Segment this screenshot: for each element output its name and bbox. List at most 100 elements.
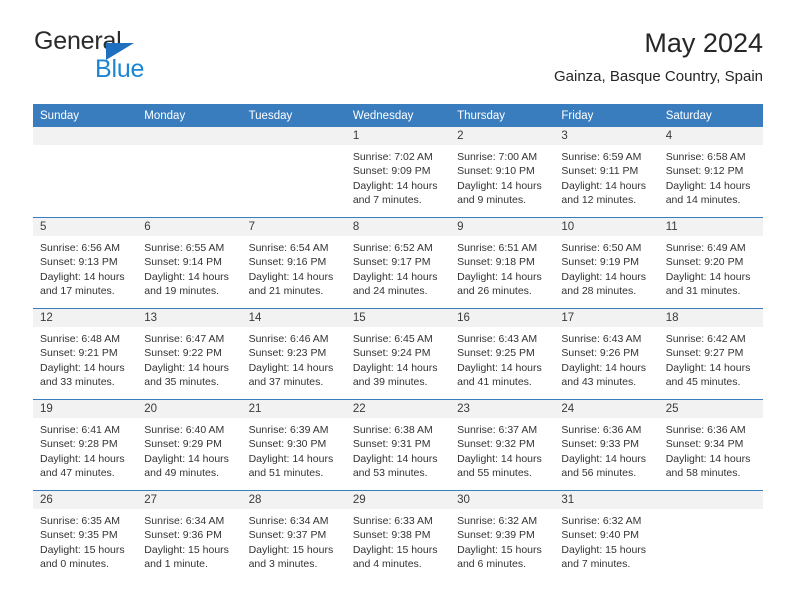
day-number[interactable]: 10 xyxy=(554,218,658,236)
day-number[interactable]: 17 xyxy=(554,309,658,327)
day-cell-empty xyxy=(33,145,137,217)
calendar-week-row: 19 20 21 22 23 24 25 Sunrise: 6:41 AM Sunset: 9:… xyxy=(33,399,763,490)
day-number[interactable]: 14 xyxy=(242,309,346,327)
day-number[interactable]: 29 xyxy=(346,491,450,509)
day-cell-details[interactable]: Sunrise: 6:46 AM Sunset: 9:23 PM Daylight:… xyxy=(242,327,346,399)
day-cell-details[interactable]: Sunrise: 6:49 AM Sunset: 9:20 PM Daylight:… xyxy=(659,236,763,308)
day-number[interactable]: 19 xyxy=(33,400,137,418)
day-cell-details[interactable]: Sunrise: 6:51 AM Sunset: 9:18 PM Daylight:… xyxy=(450,236,554,308)
day-detail-line: Sunrise: 6:37 AM xyxy=(457,424,538,436)
weekday-header-friday: Friday xyxy=(561,110,594,122)
day-cell-details[interactable]: Sunrise: 7:02 AM Sunset: 9:09 PM Daylight:… xyxy=(346,145,450,217)
day-detail-line: and 9 minutes. xyxy=(457,193,527,206)
day-cell-details[interactable]: Sunrise: 6:56 AM Sunset: 9:13 PM Daylight:… xyxy=(33,236,137,308)
day-number[interactable]: 6 xyxy=(137,218,241,236)
day-detail-line: Sunrise: 6:43 AM xyxy=(561,333,642,345)
day-cell-details[interactable]: Sunrise: 6:36 AM Sunset: 9:34 PM Daylight:… xyxy=(659,418,763,490)
day-number[interactable]: 16 xyxy=(450,309,554,327)
day-cell-details[interactable]: Sunrise: 6:35 AM Sunset: 9:35 PM Daylight:… xyxy=(33,509,137,581)
day-number[interactable]: 30 xyxy=(450,491,554,509)
day-cell-details[interactable]: Sunrise: 6:58 AM Sunset: 9:12 PM Daylight:… xyxy=(659,145,763,217)
day-cell-details[interactable]: Sunrise: 6:48 AM Sunset: 9:21 PM Daylight:… xyxy=(33,327,137,399)
day-cell-details[interactable]: Sunrise: 6:42 AM Sunset: 9:27 PM Daylight:… xyxy=(659,327,763,399)
day-number[interactable]: 28 xyxy=(242,491,346,509)
day-cell-details[interactable]: Sunrise: 6:37 AM Sunset: 9:32 PM Daylight:… xyxy=(450,418,554,490)
day-detail-line: Sunset: 9:17 PM xyxy=(352,256,431,269)
day-detail-line: Sunset: 9:09 PM xyxy=(352,165,431,178)
day-number[interactable]: 3 xyxy=(554,127,658,145)
week-date-band: 12 13 14 15 16 17 18 xyxy=(33,309,763,327)
day-cell-details[interactable]: Sunrise: 6:45 AM Sunset: 9:24 PM Daylight:… xyxy=(346,327,450,399)
day-cell-details[interactable]: Sunrise: 6:34 AM Sunset: 9:36 PM Daylight:… xyxy=(137,509,241,581)
day-number[interactable]: 12 xyxy=(33,309,137,327)
day-cell-details[interactable]: Sunrise: 6:52 AM Sunset: 9:17 PM Daylight:… xyxy=(346,236,450,308)
day-detail-line: Daylight: 14 hours xyxy=(561,179,647,192)
location-subtitle: Gainza, Basque Country, Spain xyxy=(553,68,763,85)
day-detail-line: Daylight: 15 hours xyxy=(352,543,438,556)
day-number[interactable]: 9 xyxy=(450,218,554,236)
day-cell-details[interactable]: Sunrise: 6:39 AM Sunset: 9:30 PM Daylight:… xyxy=(242,418,346,490)
day-cell-details[interactable]: Sunrise: 6:43 AM Sunset: 9:25 PM Daylight:… xyxy=(450,327,554,399)
day-detail-line: Daylight: 15 hours xyxy=(561,543,647,556)
day-number[interactable]: 18 xyxy=(659,309,763,327)
day-number[interactable]: 27 xyxy=(137,491,241,509)
day-cell-details[interactable]: Sunrise: 6:54 AM Sunset: 9:16 PM Daylight:… xyxy=(242,236,346,308)
day-cell-details[interactable]: Sunrise: 6:55 AM Sunset: 9:14 PM Daylight:… xyxy=(137,236,241,308)
day-number[interactable]: 15 xyxy=(346,309,450,327)
day-number[interactable]: 20 xyxy=(137,400,241,418)
week-date-band: 19 20 21 22 23 24 25 xyxy=(33,400,763,418)
day-cell-details[interactable]: Sunrise: 6:43 AM Sunset: 9:26 PM Daylight:… xyxy=(554,327,658,399)
day-cell-details[interactable]: Sunrise: 6:32 AM Sunset: 9:39 PM Daylight:… xyxy=(450,509,554,581)
day-detail-line: and 4 minutes. xyxy=(352,557,422,570)
day-cell-details[interactable]: Sunrise: 7:00 AM Sunset: 9:10 PM Daylight:… xyxy=(450,145,554,217)
day-detail-line: Sunset: 9:29 PM xyxy=(144,438,222,451)
day-number[interactable]: 31 xyxy=(554,491,658,509)
day-cell-details[interactable]: Sunrise: 6:33 AM Sunset: 9:38 PM Daylight:… xyxy=(346,509,450,581)
day-detail-line: Sunrise: 6:47 AM xyxy=(144,333,225,345)
weekday-header-tuesday: Tuesday xyxy=(248,110,293,122)
day-number[interactable]: 21 xyxy=(242,400,346,418)
brand-name-blue: Blue xyxy=(95,55,145,83)
weekday-header-monday: Monday xyxy=(144,110,186,122)
week-detail-band: Sunrise: 6:35 AM Sunset: 9:35 PM Daylight:… xyxy=(33,509,763,581)
day-number[interactable]: 5 xyxy=(33,218,137,236)
brand-logo[interactable]: General Blue xyxy=(33,26,263,88)
day-detail-line: Daylight: 14 hours xyxy=(665,361,751,374)
day-cell-details[interactable]: Sunrise: 6:50 AM Sunset: 9:19 PM Daylight:… xyxy=(554,236,658,308)
day-number[interactable]: 24 xyxy=(554,400,658,418)
day-number[interactable]: 22 xyxy=(346,400,450,418)
day-cell-details[interactable]: Sunrise: 6:34 AM Sunset: 9:37 PM Daylight:… xyxy=(242,509,346,581)
day-detail-line: and 49 minutes. xyxy=(144,466,219,479)
day-number[interactable]: 13 xyxy=(137,309,241,327)
day-cell-details[interactable]: Sunrise: 6:59 AM Sunset: 9:11 PM Daylight:… xyxy=(554,145,658,217)
day-number[interactable]: 8 xyxy=(346,218,450,236)
day-cell-details[interactable]: Sunrise: 6:32 AM Sunset: 9:40 PM Daylight:… xyxy=(554,509,658,581)
day-detail-line: Daylight: 14 hours xyxy=(665,179,751,192)
day-detail-line: Sunset: 9:25 PM xyxy=(457,347,535,360)
day-detail-line: Sunset: 9:24 PM xyxy=(352,347,431,360)
day-detail-line: and 53 minutes. xyxy=(352,466,428,479)
day-detail-line: Daylight: 15 hours xyxy=(457,543,542,556)
weekday-header-thursday: Thursday xyxy=(457,110,506,122)
day-number[interactable]: 26 xyxy=(33,491,137,509)
day-number[interactable]: 11 xyxy=(659,218,763,236)
day-number[interactable]: 4 xyxy=(659,127,763,145)
day-detail-line: and 37 minutes. xyxy=(248,375,324,388)
day-number[interactable]: 1 xyxy=(346,127,450,145)
day-detail-line: and 51 minutes. xyxy=(248,466,324,479)
day-detail-line: Sunrise: 6:50 AM xyxy=(561,242,642,254)
day-cell-details[interactable]: Sunrise: 6:36 AM Sunset: 9:33 PM Daylight:… xyxy=(554,418,658,490)
day-cell-details[interactable]: Sunrise: 6:40 AM Sunset: 9:29 PM Daylight:… xyxy=(137,418,241,490)
day-number[interactable]: 7 xyxy=(242,218,346,236)
day-detail-line: and 33 minutes. xyxy=(40,375,115,388)
week-detail-band: Sunrise: 6:56 AM Sunset: 9:13 PM Daylight:… xyxy=(33,236,763,308)
day-detail-line: Sunset: 9:27 PM xyxy=(665,347,744,360)
weekday-header-saturday: Saturday xyxy=(665,110,712,122)
day-cell-details[interactable]: Sunrise: 6:38 AM Sunset: 9:31 PM Daylight:… xyxy=(346,418,450,490)
day-cell-details[interactable]: Sunrise: 6:47 AM Sunset: 9:22 PM Daylight:… xyxy=(137,327,241,399)
day-number[interactable]: 23 xyxy=(450,400,554,418)
day-cell-details[interactable]: Sunrise: 6:41 AM Sunset: 9:28 PM Daylight:… xyxy=(33,418,137,490)
day-number[interactable]: 2 xyxy=(450,127,554,145)
day-detail-line: and 24 minutes. xyxy=(352,284,428,297)
day-number[interactable]: 25 xyxy=(659,400,763,418)
